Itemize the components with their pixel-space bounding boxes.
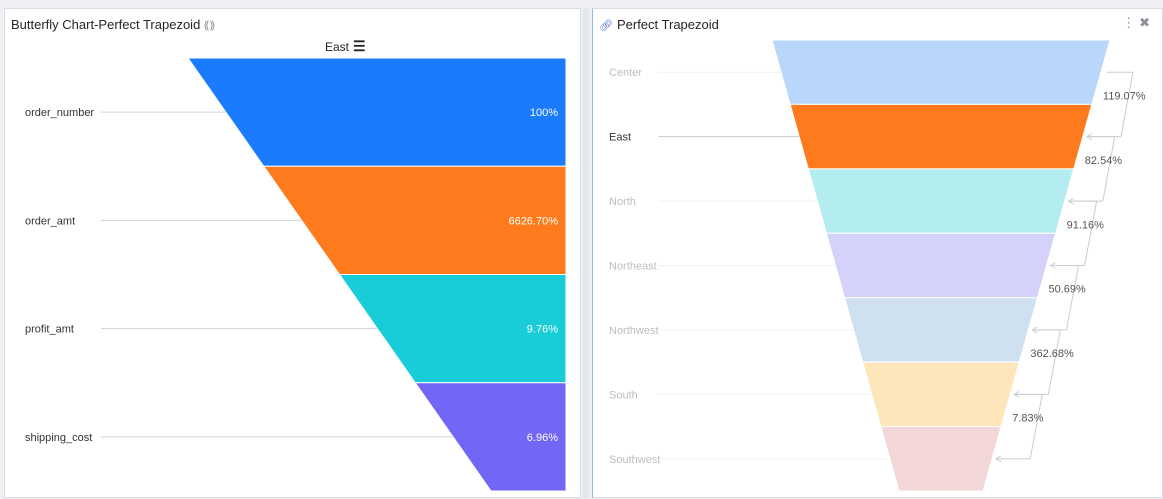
category-label: Northwest (609, 325, 659, 337)
butterfly-chart-panel: Butterfly Chart-Perfect Trapezoid ⟪⟫ East… (4, 8, 581, 498)
left-funnel-chart: order_number 100% order_amt 6626.70% profit_… (25, 57, 567, 492)
category-label: Center (609, 67, 642, 79)
funnel-segment[interactable] (789, 103, 1093, 170)
category-label: shipping_cost (25, 432, 92, 444)
data-label: 6.96% (527, 432, 558, 444)
category-label: Northeast (609, 261, 657, 273)
data-label: 6626.70% (508, 215, 558, 227)
conversion-rate-label: 362.68% (1030, 348, 1074, 360)
category-label: order_number (25, 107, 94, 119)
data-label: 9.76% (527, 324, 558, 336)
category-label: North (609, 196, 636, 208)
conversion-rate-label: 50.69% (1049, 284, 1087, 296)
right-funnel-chart: Center East North Northeast Northwest South So… (609, 39, 1146, 492)
funnel-segment[interactable] (807, 168, 1075, 234)
funnel-segment[interactable] (771, 39, 1111, 105)
category-label: order_amt (25, 215, 75, 227)
funnel-segment[interactable] (880, 426, 1002, 492)
funnel-segment[interactable] (187, 57, 567, 167)
perfect-trapezoid-panel: 🔗︎ Perfect Trapezoid ⋮✖︎ Center East North N… (592, 8, 1163, 498)
funnel-segment[interactable] (843, 297, 1039, 363)
category-label: South (609, 389, 638, 401)
conversion-rate-label: 82.54% (1085, 155, 1123, 167)
data-label: 100% (530, 107, 558, 119)
funnel-segment[interactable] (825, 232, 1057, 299)
category-label: Southwest (609, 454, 660, 466)
conversion-rate-label: 7.83% (1012, 413, 1043, 425)
funnel-segment[interactable] (862, 361, 1020, 428)
conversion-rate-label: 119.07% (1103, 90, 1146, 102)
panel-divider[interactable] (583, 8, 589, 498)
category-label: East (609, 132, 631, 144)
category-label: profit_amt (25, 324, 74, 336)
conversion-rate-label: 91.16% (1067, 219, 1105, 231)
